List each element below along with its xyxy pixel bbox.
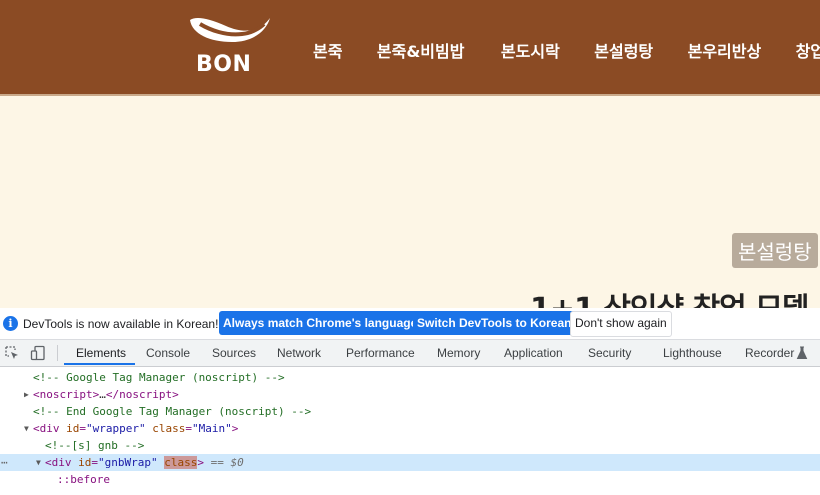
dom-tree: <!-- Google Tag Manager (noscript) --> ▶…	[0, 367, 820, 495]
main-nav: 본죽 본죽&비빔밥 본도시락 본설렁탕 본우리반상 창업안	[313, 38, 820, 62]
brand-badge: 본설렁탕	[732, 233, 818, 268]
tag-close: </noscript>	[105, 388, 179, 401]
comment-text: <!-- Google Tag Manager (noscript) -->	[33, 371, 285, 384]
nav-item-bonjuk[interactable]: 본죽	[313, 38, 342, 62]
collapse-triangle-icon[interactable]: ▼	[36, 454, 45, 471]
dom-node-noscript[interactable]: ▶ <noscript>…</noscript>	[0, 386, 820, 403]
logo-swoosh-icon	[190, 18, 270, 42]
attr-name-highlighted[interactable]: class	[164, 456, 198, 469]
site-header: BON 본죽 본죽&비빔밥 본도시락 본설렁탕 본우리반상 창업안	[0, 0, 820, 94]
tab-network[interactable]: Network	[277, 346, 321, 360]
attr-value: "gnbWrap"	[98, 456, 158, 469]
more-options-icon[interactable]: ⋯	[1, 454, 8, 471]
nav-item-bon-uri-bansang[interactable]: 본우리반상	[688, 38, 762, 62]
devtools-tabbar: Elements Console Sources Network Perform…	[0, 340, 820, 367]
tab-console[interactable]: Console	[146, 346, 190, 360]
tag-name: div	[39, 422, 60, 435]
nav-item-bon-seolleongtang[interactable]: 본설렁탕	[594, 38, 653, 62]
website-viewport: BON 본죽 본죽&비빔밥 본도시락 본설렁탕 본우리반상 창업안 본설렁탕 1…	[0, 0, 820, 308]
comment-text: <!--[s] gnb -->	[45, 439, 145, 452]
dom-node-div-gnbwrap-selected[interactable]: ⋯ ▼ <div id="gnbWrap" class> == $0	[0, 454, 820, 471]
device-toolbar-icon[interactable]	[30, 345, 46, 361]
tag-name: div	[51, 456, 72, 469]
attr-value: "Main"	[191, 422, 232, 435]
header-divider	[0, 94, 820, 96]
nav-item-bonjuk-bibimbap[interactable]: 본죽&비빔밥	[377, 38, 465, 62]
pseudo-element: ::before	[57, 473, 110, 486]
dom-node-comment[interactable]: <!--[s] gnb -->	[0, 437, 820, 454]
devtools-panel: i DevTools is now available in Korean! A…	[0, 308, 820, 495]
tag-open: <noscript>	[33, 388, 100, 401]
logo-text: BON	[196, 52, 252, 77]
tab-memory[interactable]: Memory	[437, 346, 480, 360]
tab-application[interactable]: Application	[504, 346, 563, 360]
collapsed-ellipsis[interactable]: …	[99, 388, 106, 401]
promo-title: 1+1 상인샵 창업 모델	[530, 284, 809, 308]
attr-value: "wrapper"	[86, 422, 146, 435]
always-match-language-button[interactable]: Always match Chrome's language	[219, 311, 422, 335]
expand-triangle-icon[interactable]: ▶	[24, 386, 33, 403]
tab-elements[interactable]: Elements	[76, 346, 126, 360]
tab-performance[interactable]: Performance	[346, 346, 415, 360]
tab-sources[interactable]: Sources	[212, 346, 256, 360]
dom-node-comment[interactable]: <!-- End Google Tag Manager (noscript) -…	[0, 403, 820, 420]
inspect-element-icon[interactable]	[4, 345, 20, 361]
tab-security[interactable]: Security	[588, 346, 631, 360]
comment-text: <!-- End Google Tag Manager (noscript) -…	[33, 405, 312, 418]
tab-recorder[interactable]: Recorder	[745, 346, 794, 360]
nav-item-bon-dosirak[interactable]: 본도시락	[501, 38, 560, 62]
active-tab-indicator	[64, 363, 135, 365]
attr-name: class	[152, 422, 186, 435]
collapse-triangle-icon[interactable]: ▼	[24, 420, 33, 437]
bon-logo[interactable]: BON	[186, 14, 276, 77]
infobar-message: DevTools is now available in Korean!	[23, 317, 219, 331]
dom-node-div-wrapper[interactable]: ▼ <div id="wrapper" class="Main">	[0, 420, 820, 437]
info-icon: i	[3, 316, 18, 331]
recorder-flask-icon	[796, 346, 808, 359]
language-infobar: i DevTools is now available in Korean! A…	[0, 308, 820, 340]
selected-node-marker: == $0	[210, 456, 244, 469]
tab-separator	[57, 345, 58, 361]
attr-name: id	[78, 456, 92, 469]
nav-item-startup[interactable]: 창업안	[796, 38, 820, 62]
dom-node-pseudo[interactable]: ::before	[0, 471, 820, 488]
dom-node-comment[interactable]: <!-- Google Tag Manager (noscript) -->	[0, 369, 820, 386]
switch-to-korean-button[interactable]: Switch DevTools to Korean	[413, 311, 576, 335]
dont-show-again-button[interactable]: Don't show again	[570, 311, 672, 337]
attr-name: id	[66, 422, 80, 435]
tab-lighthouse[interactable]: Lighthouse	[663, 346, 722, 360]
